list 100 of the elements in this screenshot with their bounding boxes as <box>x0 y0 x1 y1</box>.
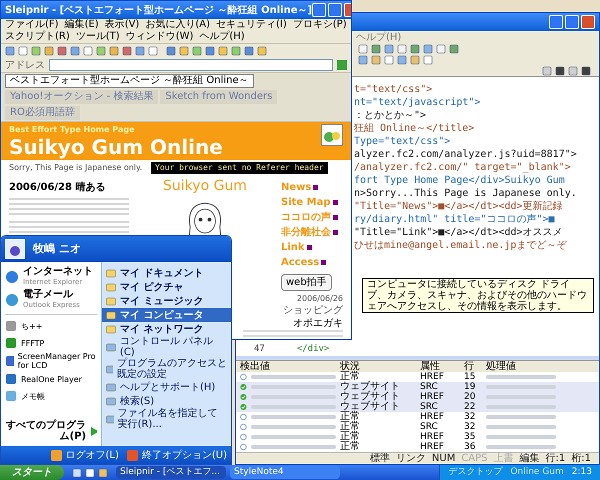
table-row[interactable]: ウェブサイト SRC 19 <box>236 382 599 392</box>
start-menu-item[interactable]: マイ ミュージック <box>102 294 231 308</box>
status-text: 行:1 <box>546 452 566 464</box>
table-row[interactable]: 正常 HREF 35 <box>236 432 599 442</box>
start-menu-item[interactable]: ヘルプとサポート(H) <box>102 380 231 394</box>
minimize-button[interactable] <box>549 15 563 29</box>
menu-item[interactable]: ツール(T) <box>76 31 120 43</box>
square-bullet-icon <box>321 260 326 265</box>
start-menu-item[interactable]: ち++ <box>5 318 97 334</box>
taskbar-button[interactable]: StyleNote4 <box>230 466 340 479</box>
square-bullet-icon <box>306 245 312 250</box>
column-header[interactable]: 処理値 <box>482 361 599 372</box>
code-line: /analyzer.fc2.com/" target="_blank"> <box>354 161 572 174</box>
menu-item[interactable]: 表示(V) <box>104 19 140 31</box>
menu-item[interactable]: スクリプト(R) <box>5 31 70 43</box>
start-menu-item[interactable]: マイ ネットワーク <box>102 322 231 336</box>
menu-item[interactable]: セキュリティ(I) <box>216 19 287 31</box>
menu-item[interactable]: 編集(E) <box>64 19 99 31</box>
column-header[interactable]: 検出値 <box>236 361 336 372</box>
user-name: 牧嶋 ニオ <box>33 240 81 257</box>
start-button[interactable]: スタート <box>0 465 64 480</box>
window-title: Sleipnir - [ベストエフォート型ホームページ ～酔狂組 Online～] <box>5 4 312 18</box>
blurred-cell <box>486 415 556 419</box>
maximize-button[interactable] <box>328 3 342 17</box>
start-menu-item[interactable]: プログラムのアクセスと既定の設定 <box>102 358 231 380</box>
square-bullet-icon <box>333 230 338 235</box>
start-menu-item[interactable]: FFFTP <box>5 335 97 351</box>
header-subtitle: Best Effort Type Home Page <box>9 124 136 136</box>
program-icon <box>5 390 17 402</box>
code-line: "Title="Link">■</a></dt><dd>オススメ <box>354 226 564 239</box>
table-cell-text: SRC <box>419 402 439 412</box>
column-header[interactable]: 属性 <box>416 361 460 372</box>
logoff-button[interactable]: ログオフ(L) <box>50 448 119 462</box>
table-cell-text: SRC <box>419 422 439 432</box>
address-label: アドレス <box>5 58 45 72</box>
sketch-date: 2006/06/26 <box>296 293 343 305</box>
maximize-button[interactable] <box>565 15 579 29</box>
taskbar-button[interactable]: Sleipnir - [ベストエフ... <box>116 466 226 479</box>
user-picture-icon <box>5 239 25 259</box>
table-cell-text: 正常 <box>339 372 361 382</box>
code-line: n>Sorry...This Page is Japanese only. <box>354 187 578 200</box>
code-line: ry/diary.html" title="ココロの声">■ <box>354 213 556 226</box>
tooltip: コンピュータに接続しているディスク ドライブ、カメラ、スキャナ、およびその他のハードウェアへアクセスし、その情報を表示します。 <box>362 278 594 313</box>
site-logo: Suikyo Gum <box>163 177 247 196</box>
blurred-cell <box>486 445 556 449</box>
start-menu-item[interactable]: ファイル名を指定して実行(R)... <box>102 408 231 430</box>
menu-item[interactable]: ヘルプ(H) <box>356 30 402 44</box>
table-cell-text: HREF <box>419 372 445 382</box>
clap-button[interactable]: web拍手 <box>281 274 332 291</box>
address-field[interactable] <box>49 59 333 71</box>
table-cell-text: 15 <box>463 372 476 382</box>
menu-item[interactable]: ヘルプ(H) <box>199 31 245 43</box>
start-menu-item[interactable]: マイ ピクチャ <box>102 280 231 294</box>
status-text: CAPS <box>461 452 488 464</box>
browser-tab[interactable]: ベストエフォート型ホームページ ～酔狂組 Online～ <box>5 74 254 88</box>
start-menu-item[interactable]: マイ ドキュメント <box>102 266 231 280</box>
table-row[interactable]: 正常 HREF 36 <box>236 442 599 452</box>
start-menu-item[interactable]: 検索(S) <box>102 394 231 408</box>
section-title: オポエガキ <box>293 318 343 330</box>
program-icon <box>5 293 19 307</box>
menu-item[interactable]: プロキシ(P) <box>292 19 347 31</box>
start-menu-item[interactable]: コントロール パネル(C) <box>102 336 231 358</box>
table-row[interactable]: 正常 HREF 15 <box>236 372 599 382</box>
column-header[interactable]: 状況 <box>336 361 416 372</box>
notice-text: Sorry, This Page is Japanese only. <box>9 162 142 174</box>
minimize-button[interactable] <box>312 3 326 17</box>
table-row[interactable]: 正常 HREF 32 <box>236 412 599 422</box>
start-menu-item[interactable]: マイ コンピュータ <box>102 308 231 322</box>
sketch-caption: ショッピング <box>283 305 343 316</box>
all-programs-button[interactable]: すべてのプログラム(P) <box>5 420 97 446</box>
entry-date: 2006/06/28 晴ある <box>9 180 106 195</box>
menu-item[interactable]: ファイル(F) <box>5 19 59 31</box>
table-row[interactable]: ウェブサイト HREF 20 <box>236 392 599 402</box>
menu-item[interactable]: お気に入り(A) <box>145 19 210 31</box>
table-cell-text: ウェブサイト <box>339 392 401 402</box>
program-icon <box>5 355 14 367</box>
table-cell-text: HREF <box>419 442 445 452</box>
start-menu-item[interactable]: RealOne Player <box>5 371 97 387</box>
table-cell-text: ウェブサイト <box>339 402 401 412</box>
status-text: リンク <box>396 452 426 464</box>
status-text: 桁:1 <box>571 452 591 464</box>
menu-item[interactable]: ウィンドウ(W) <box>126 31 194 43</box>
table-cell-text: 36 <box>463 442 476 452</box>
code-line: 狂組 Online～</title> <box>354 122 476 135</box>
shutdown-button[interactable]: 終了オプション(U) <box>126 448 227 462</box>
code-line: t="text/css"> <box>354 83 434 96</box>
table-row[interactable]: 正常 SRC 32 <box>236 422 599 432</box>
table-row[interactable]: ウェブサイト SRC 22 <box>236 402 599 412</box>
column-header[interactable]: 行 <box>460 361 482 372</box>
status-text: 標準 <box>370 452 390 464</box>
blurred-cell <box>486 375 556 379</box>
status-text: 上書 <box>494 452 514 464</box>
line-number: 47 <box>254 342 265 356</box>
table-cell-text: 20 <box>463 392 476 402</box>
start-menu-item[interactable]: メモ帳 <box>5 388 97 404</box>
code-line: fort Type Home Page</div>Suikyo Gum <box>354 174 566 187</box>
program-icon <box>5 373 17 385</box>
code-line: alyzer.fc2.com/analyzer.js?uid=8817"> <box>354 148 578 161</box>
close-button[interactable] <box>581 15 595 29</box>
start-menu-item[interactable]: ScreenManager Pro for LCD <box>5 352 97 370</box>
